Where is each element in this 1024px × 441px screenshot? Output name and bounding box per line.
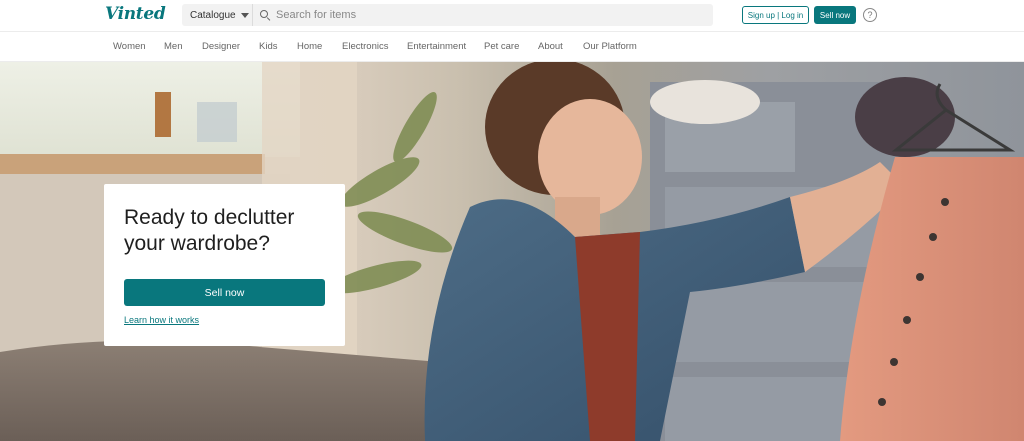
sell-promo-card: Ready to declutter your wardrobe? Sell n… [104,184,345,346]
nav-item-designer[interactable]: Designer [202,41,240,52]
sell-now-header-button[interactable]: Sell now [814,6,856,24]
chevron-down-icon [240,12,249,18]
signup-login-button[interactable]: Sign up | Log in [742,6,809,24]
nav-item-pet-care[interactable]: Pet care [484,41,519,52]
search-input[interactable] [276,9,696,21]
nav-item-our-platform[interactable]: Our Platform [583,41,637,52]
nav-item-men[interactable]: Men [164,41,182,52]
vinted-logo[interactable]: Vinted [105,4,166,24]
nav-item-kids[interactable]: Kids [259,41,277,52]
catalogue-dropdown[interactable]: Catalogue [182,4,253,26]
learn-how-it-works-link[interactable]: Learn how it works [124,315,199,325]
search-icon [260,10,270,20]
search-field[interactable] [253,4,713,26]
nav-item-home[interactable]: Home [297,41,322,52]
hero-title: Ready to declutter your wardrobe? [124,206,295,255]
catalogue-label: Catalogue [190,9,236,21]
top-bar: Vinted Catalogue Sign up | Log in Sell n… [0,0,1024,31]
nav-item-women[interactable]: Women [113,41,146,52]
nav-item-electronics[interactable]: Electronics [342,41,388,52]
help-icon[interactable]: ? [863,8,877,22]
search-bar: Catalogue [182,4,713,26]
sell-now-button[interactable]: Sell now [124,279,325,306]
category-nav: Women Men Designer Kids Home Electronics… [0,31,1024,62]
nav-item-about[interactable]: About [538,41,563,52]
nav-item-entertainment[interactable]: Entertainment [407,41,466,52]
